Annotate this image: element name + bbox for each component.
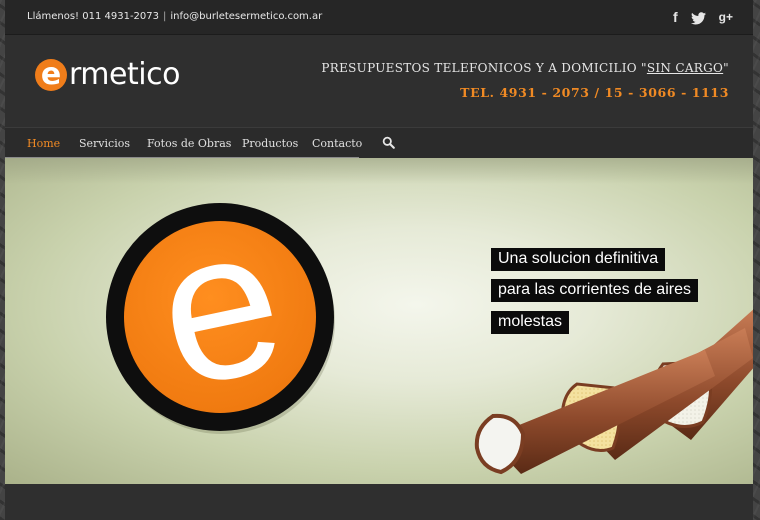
site-logo[interactable]: e rmetico [35, 57, 180, 92]
header-phones: TEL. 4931 - 2073 / 15 - 3066 - 1113 [460, 85, 729, 100]
footer-band [5, 484, 753, 520]
nav-item-home[interactable]: Home [27, 137, 60, 150]
logo-text: rmetico [69, 57, 180, 92]
hero-top-shadow [5, 158, 753, 184]
top-separator: | [163, 11, 167, 22]
tagline-prefix: PRESUPUESTOS TELEFONICOS Y A DOMICILIO " [321, 61, 647, 75]
nav-item-contacto[interactable]: Contacto [312, 137, 362, 150]
nav-item-servicios[interactable]: Servicios [79, 137, 130, 150]
top-bar: Llámenos! 011 4931-2073 | info@burleteserm… [5, 0, 753, 35]
twitter-bird-icon [690, 12, 706, 25]
top-phone: Llámenos! 011 4931-2073 [27, 11, 159, 22]
top-contact: Llámenos! 011 4931-2073 | info@burleteserm… [27, 11, 322, 22]
site-header: e rmetico PRESUPUESTOS TELEFONICOS Y A D… [5, 35, 753, 127]
hero-caption-line-1: Una solucion definitiva [491, 248, 666, 271]
header-tagline: PRESUPUESTOS TELEFONICOS Y A DOMICILIO "… [321, 61, 729, 75]
tagline-highlight: SIN CARGO [646, 61, 724, 75]
facebook-icon[interactable]: f [673, 8, 678, 26]
search-icon[interactable] [382, 136, 395, 149]
logo-e-icon: e [35, 58, 67, 91]
weather-strip-seals-image [474, 309, 753, 475]
top-email-link[interactable]: info@burletesermetico.com.ar [170, 11, 322, 22]
google-plus-icon[interactable]: g+ [719, 8, 733, 26]
page-wrapper: Llámenos! 011 4931-2073 | info@burleteserm… [5, 0, 753, 520]
nav-item-productos[interactable]: Productos [242, 137, 298, 150]
tagline-suffix: " [723, 61, 729, 75]
hero-banner: e Una solucion definitiva para las corri… [5, 158, 753, 484]
twitter-icon[interactable] [690, 8, 706, 26]
nav-item-fotos-de-obras[interactable]: Fotos de Obras [147, 137, 231, 150]
social-links: f g+ [673, 8, 733, 26]
main-nav: Home Servicios Fotos de Obras Productos … [5, 127, 753, 159]
hero-logo-e-icon: e [106, 200, 335, 434]
